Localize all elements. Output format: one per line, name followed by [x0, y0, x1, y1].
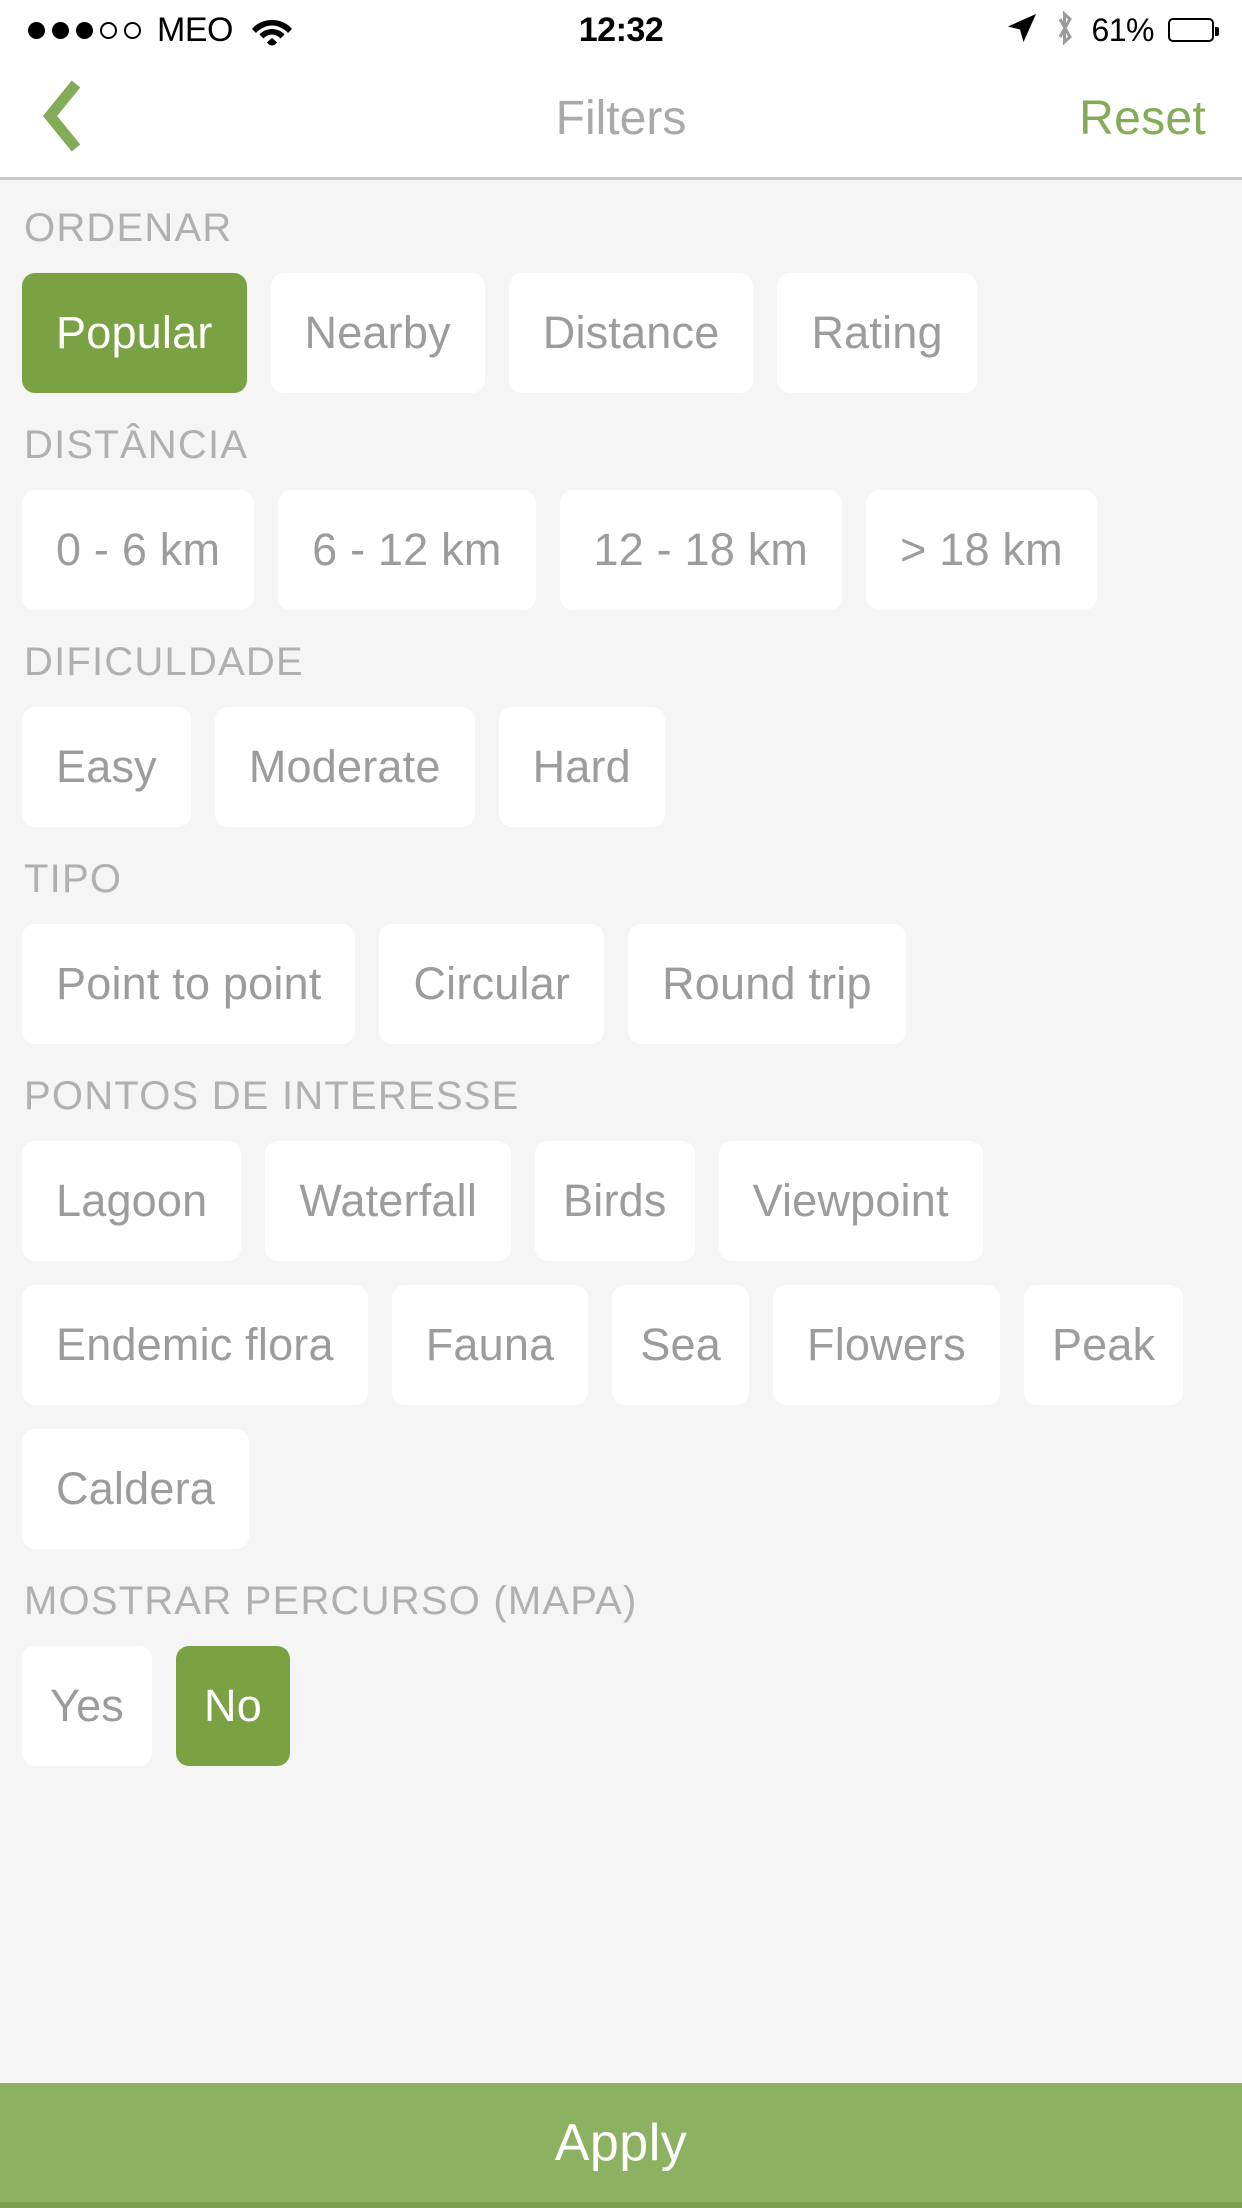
- chip-hard[interactable]: Hard: [498, 707, 665, 827]
- location-arrow-icon: [1005, 11, 1039, 50]
- chevron-left-icon: [36, 78, 92, 159]
- back-button[interactable]: [36, 74, 126, 164]
- section-mostrar-percurso: MOSTRAR PERCURSO (MAPA) Yes No: [0, 1549, 1242, 1766]
- filters-content: ORDENAR Popular Nearby Distance Rating D…: [0, 180, 1242, 2083]
- chip-fauna[interactable]: Fauna: [391, 1285, 589, 1405]
- signal-strength-dots: [28, 21, 141, 39]
- signal-dot-3: [76, 21, 93, 39]
- section-dificuldade: DIFICULDADE Easy Moderate Hard: [0, 610, 1242, 827]
- signal-dot-5: [124, 21, 141, 39]
- chip-easy[interactable]: Easy: [22, 707, 191, 827]
- chip-0-6-km[interactable]: 0 - 6 km: [22, 490, 255, 610]
- chip-point-to-point[interactable]: Point to point: [22, 924, 356, 1044]
- wifi-icon: [251, 14, 293, 46]
- chip-sea[interactable]: Sea: [612, 1285, 750, 1405]
- chip-round-trip[interactable]: Round trip: [628, 924, 906, 1044]
- section-title-ordenar: ORDENAR: [24, 206, 233, 250]
- section-title-dificuldade: DIFICULDADE: [24, 640, 304, 684]
- chip-endemic-flora[interactable]: Endemic flora: [22, 1285, 368, 1405]
- section-title-mostrar-percurso: MOSTRAR PERCURSO (MAPA): [24, 1579, 638, 1623]
- chip-popular[interactable]: Popular: [22, 273, 247, 393]
- chip-group-ordenar: Popular Nearby Distance Rating: [22, 273, 1220, 393]
- chip-rating[interactable]: Rating: [777, 273, 977, 393]
- battery-percent-label: 61%: [1091, 11, 1154, 48]
- chip-gt-18-km[interactable]: > 18 km: [866, 490, 1097, 610]
- chip-distance[interactable]: Distance: [508, 273, 754, 393]
- chip-nearby[interactable]: Nearby: [270, 273, 485, 393]
- signal-dot-1: [28, 21, 45, 39]
- filters-screen: MEO 12:32 61% Filters Reset ORDENAR Popu…: [0, 0, 1242, 2208]
- section-tipo: TIPO Point to point Circular Round trip: [0, 827, 1242, 1044]
- chip-yes[interactable]: Yes: [22, 1646, 153, 1766]
- carrier-label: MEO: [157, 10, 233, 49]
- section-pontos-de-interesse: PONTOS DE INTERESSE Lagoon Waterfall Bir…: [0, 1044, 1242, 1549]
- apply-button[interactable]: Apply: [0, 2083, 1242, 2208]
- chip-no[interactable]: No: [176, 1646, 290, 1766]
- chip-group-distancia: 0 - 6 km 6 - 12 km 12 - 18 km > 18 km: [22, 490, 1220, 610]
- chip-waterfall[interactable]: Waterfall: [265, 1141, 512, 1261]
- signal-dot-4: [100, 21, 117, 39]
- section-title-pontos-de-interesse: PONTOS DE INTERESSE: [24, 1074, 520, 1118]
- section-title-tipo: TIPO: [24, 857, 123, 901]
- signal-dot-2: [52, 21, 69, 39]
- chip-12-18-km[interactable]: 12 - 18 km: [559, 490, 843, 610]
- reset-button[interactable]: Reset: [1079, 91, 1206, 146]
- chip-group-dificuldade: Easy Moderate Hard: [22, 707, 1220, 827]
- battery-icon: [1168, 18, 1219, 42]
- chip-peak[interactable]: Peak: [1023, 1285, 1184, 1405]
- page-title: Filters: [555, 92, 687, 145]
- chip-caldera[interactable]: Caldera: [22, 1429, 249, 1549]
- chip-group-mostrar-percurso: Yes No: [22, 1646, 1220, 1766]
- chip-moderate[interactable]: Moderate: [214, 707, 475, 827]
- section-distancia: DISTÂNCIA 0 - 6 km 6 - 12 km 12 - 18 km …: [0, 393, 1242, 610]
- status-bar-left: MEO: [28, 11, 293, 50]
- status-bar-right: 61%: [1005, 10, 1219, 51]
- section-title-distancia: DISTÂNCIA: [24, 423, 249, 467]
- chip-lagoon[interactable]: Lagoon: [22, 1141, 242, 1261]
- bluetooth-icon: [1053, 10, 1077, 51]
- chip-group-pontos-de-interesse: Lagoon Waterfall Birds Viewpoint Endemic…: [22, 1141, 1220, 1549]
- chip-flowers[interactable]: Flowers: [773, 1285, 1000, 1405]
- chip-6-12-km[interactable]: 6 - 12 km: [278, 490, 536, 610]
- chip-viewpoint[interactable]: Viewpoint: [718, 1141, 983, 1261]
- apply-button-label: Apply: [554, 2113, 688, 2172]
- section-ordenar: ORDENAR Popular Nearby Distance Rating: [0, 180, 1242, 393]
- chip-circular[interactable]: Circular: [379, 924, 605, 1044]
- chip-birds[interactable]: Birds: [535, 1141, 695, 1261]
- status-bar: MEO 12:32 61%: [0, 0, 1242, 60]
- chip-group-tipo: Point to point Circular Round trip: [22, 924, 1220, 1044]
- navigation-bar: Filters Reset: [0, 60, 1242, 180]
